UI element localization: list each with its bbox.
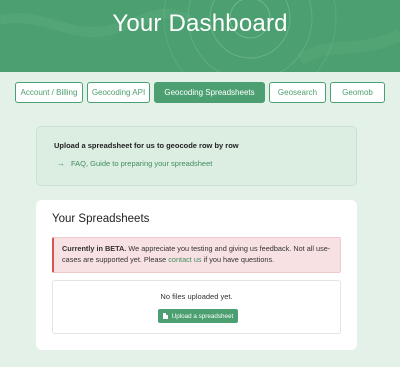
contact-us-link[interactable]: contact us — [168, 255, 201, 264]
tab-geomob[interactable]: Geomob — [330, 82, 385, 103]
tab-geocoding-spreadsheets[interactable]: Geocoding Spreadsheets — [154, 82, 265, 103]
beta-notice: Currently in BETA. We appreciate you tes… — [52, 237, 341, 273]
upload-info-panel: Upload a spreadsheet for us to geocode r… — [36, 126, 357, 186]
spreadsheets-card: Your Spreadsheets Currently in BETA. We … — [36, 200, 357, 350]
upload-spreadsheet-button[interactable]: Upload a spreadsheet — [158, 309, 238, 323]
beta-notice-bold: Currently in BETA. — [62, 244, 127, 253]
tab-account-billing[interactable]: Account / Billing — [15, 82, 83, 103]
page-title: Your Dashboard — [112, 10, 288, 37]
dashboard-header: Your Dashboard — [0, 0, 400, 72]
faq-guide-link-label: FAQ, Guide to preparing your spreadsheet — [71, 159, 213, 168]
tab-geosearch[interactable]: Geosearch — [269, 82, 326, 103]
files-panel: No files uploaded yet. Upload a spreadsh… — [52, 280, 341, 334]
tab-geocoding-api[interactable]: Geocoding API — [87, 82, 150, 103]
dashboard-tabs: Account / Billing Geocoding API Geocodin… — [15, 82, 385, 103]
upload-spreadsheet-label: Upload a spreadsheet — [171, 312, 234, 320]
beta-notice-tail: if you have questions. — [201, 255, 275, 264]
no-files-message: No files uploaded yet. — [160, 292, 233, 301]
spreadsheets-title: Your Spreadsheets — [52, 213, 150, 225]
upload-info-title: Upload a spreadsheet for us to geocode r… — [54, 141, 239, 150]
document-icon — [162, 313, 168, 319]
faq-guide-link[interactable]: → FAQ, Guide to preparing your spreadshe… — [57, 159, 212, 168]
arrow-right-icon: → — [57, 159, 65, 168]
